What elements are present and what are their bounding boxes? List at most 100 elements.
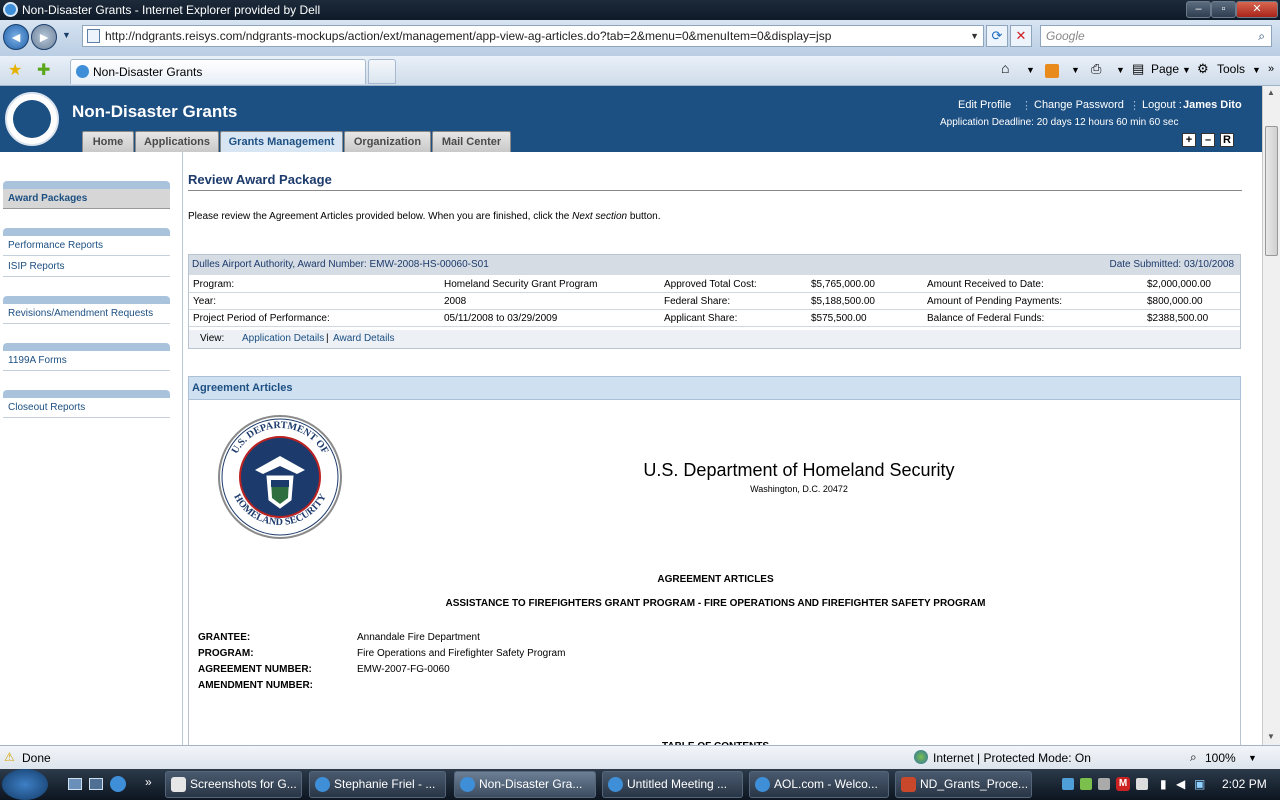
browser-tab[interactable]: Non-Disaster Grants [70,59,366,84]
close-window-button[interactable]: ✕ [1236,1,1278,18]
intro-text-start: Please review the Agreement Articles pro… [188,211,573,222]
tray-signal-icon[interactable]: ▮ [1160,777,1167,791]
agreement-document: U.S. DEPARTMENT OF HOMELAND SECURITY U.S… [188,400,1241,745]
sidebar-section-header [3,390,170,398]
scroll-up-icon[interactable]: ▲ [1267,88,1275,97]
minimize-button[interactable]: – [1186,1,1211,18]
award-summary-row: Year: 2008 Federal Share: $5,188,500.00 … [189,293,1240,310]
view-links-row: View: Application Details | Award Detail… [189,330,1240,348]
field-value: EMW-2007-FG-0060 [357,664,450,675]
home-icon[interactable]: ⌂ [1001,60,1009,76]
collapse-icon[interactable]: – [1201,133,1215,147]
scroll-down-icon[interactable]: ▼ [1267,732,1275,741]
security-zone-text[interactable]: Internet | Protected Mode: On [933,751,1091,765]
zoom-dropdown-icon[interactable]: ▼ [1248,753,1257,763]
summary-label: Project Period of Performance: [193,313,330,324]
scroll-thumb[interactable] [1265,126,1278,256]
ie-icon [3,2,18,17]
favorites-star-icon[interactable]: ★ [8,60,22,80]
sidebar-section-header [3,228,170,236]
switch-windows-icon[interactable] [89,778,103,790]
print-dropdown-icon[interactable]: ▼ [1116,65,1125,75]
department-address: Washington, D.C. 20472 [750,484,848,494]
print-icon[interactable]: ⎙ [1091,61,1101,77]
sidebar-item-revisions[interactable]: Revisions/Amendment Requests [3,304,170,324]
department-name: U.S. Department of Homeland Security [643,460,955,480]
start-button[interactable] [2,769,48,800]
logout-link[interactable]: Logout : [1142,99,1182,111]
change-password-link[interactable]: Change Password [1034,99,1124,111]
reset-icon[interactable]: R [1220,133,1234,147]
taskbar-item[interactable]: Non-Disaster Gra... [454,771,596,798]
back-button[interactable]: ◄ [3,24,29,50]
tools-menu-chevron-icon[interactable]: ▼ [1252,65,1261,75]
tab-organization[interactable]: Organization [344,131,431,152]
tray-app-icon[interactable] [1080,778,1092,790]
windows-taskbar: » Screenshots for G... Stephanie Friel -… [0,769,1280,800]
expand-icon[interactable]: + [1182,133,1196,147]
taskbar-item[interactable]: ND_Grants_Proce... [895,771,1032,798]
search-input[interactable]: Google ⌕ [1040,25,1272,47]
refresh-icon[interactable]: ⟳ [986,25,1008,47]
tab-home[interactable]: Home [82,131,134,152]
sidebar-item-isip-reports[interactable]: ISIP Reports [3,257,170,277]
sidebar: Award Packages Performance Reports ISIP … [0,152,183,745]
tray-volume-icon[interactable]: ◀ [1176,777,1185,791]
window-title: Non-Disaster Grants - Internet Explorer … [22,3,321,17]
search-icon[interactable]: ⌕ [1258,26,1265,46]
address-dropdown-icon[interactable]: ▼ [970,26,979,46]
award-details-link[interactable]: Award Details [333,330,395,348]
taskbar-item-label: Screenshots for G... [190,777,297,791]
toolbar-overflow-icon[interactable]: » [1268,63,1274,75]
new-tab-button[interactable] [368,59,396,84]
sidebar-item-performance-reports[interactable]: Performance Reports [3,236,170,256]
address-input[interactable]: http://ndgrants.reisys.com/ndgrants-mock… [82,25,984,47]
quicklaunch-overflow[interactable]: » [145,775,152,789]
link-separator: | [326,333,329,344]
feeds-icon[interactable] [1045,64,1059,78]
home-dropdown-icon[interactable]: ▼ [1026,65,1035,75]
taskbar-item[interactable]: Untitled Meeting ... [602,771,743,798]
tab-applications[interactable]: Applications [135,131,219,152]
app-header: Non-Disaster Grants Edit Profile ⋮ Chang… [0,86,1262,152]
sidebar-section-header [3,343,170,351]
award-summary-header: Dulles Airport Authority, Award Number: … [189,255,1240,275]
header-separator: ⋮ [1021,100,1032,112]
main-content: Review Award Package Please review the A… [184,152,1262,745]
recent-pages-chevron-icon[interactable]: ▼ [62,30,71,40]
vertical-scrollbar[interactable]: ▲ ▼ [1262,86,1280,745]
page-menu-icon: ▤ [1132,61,1145,76]
zoom-level[interactable]: 100% [1205,751,1236,765]
page-menu-chevron-icon[interactable]: ▼ [1182,65,1191,75]
sidebar-item-closeout-reports[interactable]: Closeout Reports [3,398,170,418]
taskbar-clock[interactable]: 2:02 PM [1222,777,1267,791]
tray-network-icon[interactable] [1062,778,1074,790]
tray-antivirus-icon[interactable]: M [1116,777,1130,791]
stop-icon[interactable]: ✕ [1010,25,1032,47]
page-menu[interactable]: Page [1151,62,1179,76]
summary-label: Approved Total Cost: [664,279,757,290]
feeds-dropdown-icon[interactable]: ▼ [1071,65,1080,75]
document-title: AGREEMENT ARTICLES [657,574,774,585]
sidebar-item-1199a-forms[interactable]: 1199A Forms [3,351,170,371]
tray-app-icon[interactable] [1136,778,1148,790]
show-desktop-icon[interactable] [68,778,82,790]
summary-label: Amount of Pending Payments: [927,296,1063,307]
tab-grants-management[interactable]: Grants Management [220,131,343,152]
tools-menu[interactable]: Tools [1217,62,1245,76]
maximize-button[interactable]: ▫ [1211,1,1236,18]
sidebar-item-award-packages[interactable]: Award Packages [3,189,170,209]
add-favorites-icon[interactable]: ✚ [37,60,50,80]
application-details-link[interactable]: Application Details [242,330,324,348]
tab-mail-center[interactable]: Mail Center [432,131,511,152]
forward-button[interactable]: ► [31,24,57,50]
summary-value: Homeland Security Grant Program [444,279,598,290]
ie-quicklaunch-icon[interactable] [110,776,126,792]
edit-profile-link[interactable]: Edit Profile [958,99,1011,111]
taskbar-item[interactable]: Screenshots for G... [165,771,302,798]
tray-app-icon[interactable] [1098,778,1110,790]
summary-label: Applicant Share: [664,313,738,324]
taskbar-item[interactable]: AOL.com - Welco... [749,771,889,798]
taskbar-item[interactable]: Stephanie Friel - ... [309,771,446,798]
tray-network-status-icon[interactable]: ▣ [1194,777,1205,791]
